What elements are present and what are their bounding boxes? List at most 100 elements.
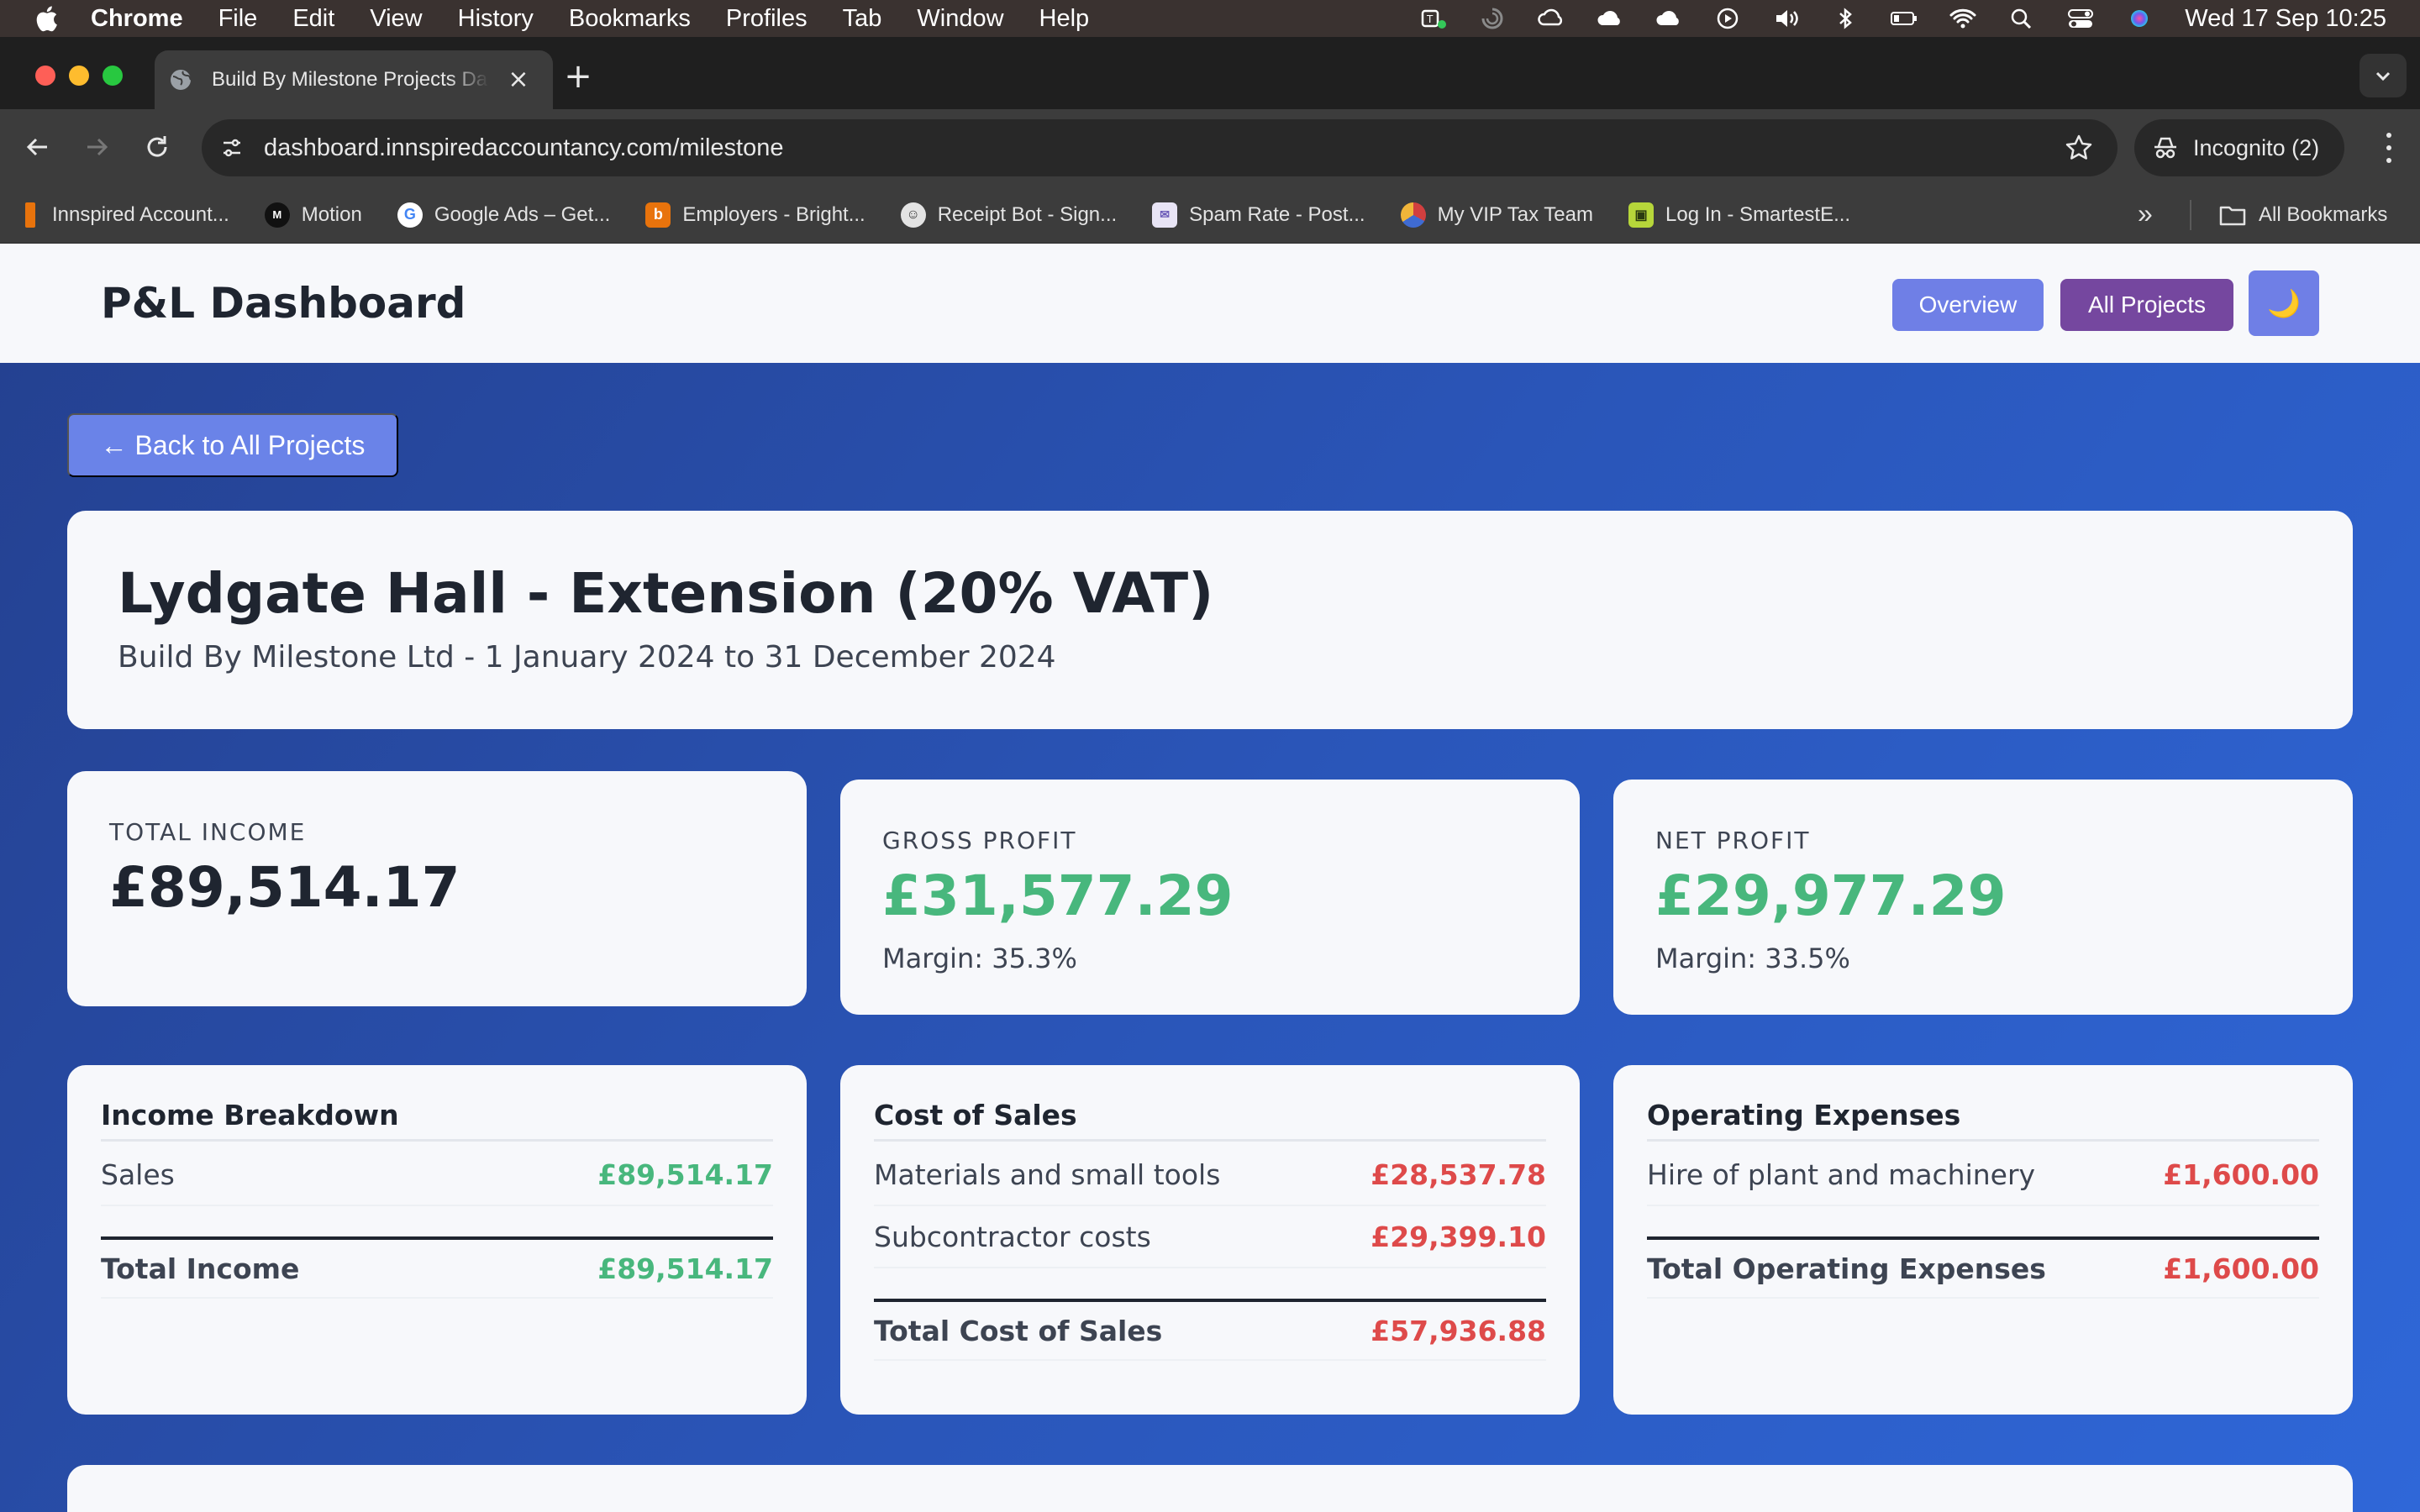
address-bar[interactable]: dashboard.innspiredaccountancy.com/miles… xyxy=(202,119,2118,176)
wifi-icon[interactable] xyxy=(1948,6,1978,31)
site-info-icon[interactable] xyxy=(217,133,247,163)
tab-search-button[interactable] xyxy=(2360,54,2407,97)
postmaster-favicon-icon: ✉ xyxy=(1152,202,1178,228)
bookmark-innspired[interactable]: Innspired Account... xyxy=(25,202,229,228)
menu-history[interactable]: History xyxy=(458,5,534,33)
bookmark-motion[interactable]: M Motion xyxy=(264,202,362,228)
teams-icon[interactable]: T xyxy=(1418,6,1449,31)
gross-profit-value: £31,577.29 xyxy=(882,864,1234,928)
new-tab-button[interactable]: + xyxy=(563,60,593,93)
bookmark-google-ads[interactable]: G Google Ads – Get... xyxy=(397,202,610,228)
menu-profiles[interactable]: Profiles xyxy=(726,5,808,33)
dashboard-page: P&L Dashboard Overview All Projects 🌙 ← … xyxy=(0,244,2420,1512)
panel-title: Cost of Sales xyxy=(874,1099,1077,1131)
browser-menu-icon[interactable] xyxy=(2376,129,2402,166)
icloud-icon[interactable] xyxy=(1595,6,1625,31)
close-tab-icon[interactable]: × xyxy=(506,67,531,92)
cloud-icon[interactable] xyxy=(1654,6,1684,31)
creative-cloud-icon[interactable] xyxy=(1536,6,1566,31)
active-tab[interactable]: Build By Milestone Projects Dashboard × xyxy=(155,50,553,109)
sync-spinner-icon[interactable] xyxy=(1477,6,1507,31)
google-favicon-icon: G xyxy=(397,202,423,228)
globe-icon xyxy=(171,70,192,90)
bookmark-label: Receipt Bot - Sign... xyxy=(937,202,1118,226)
volume-icon[interactable] xyxy=(1771,6,1802,31)
bookmark-postmaster[interactable]: ✉ Spam Rate - Post... xyxy=(1152,202,1365,228)
kpi-label: TOTAL INCOME xyxy=(109,818,307,846)
back-nav-button[interactable] xyxy=(18,128,57,166)
project-subtitle: Build By Milestone Ltd - 1 January 2024 … xyxy=(118,640,1056,675)
arrow-left-icon xyxy=(26,138,47,156)
robot-favicon-icon: ☺ xyxy=(900,202,926,228)
panel-title: Operating Expenses xyxy=(1647,1099,1961,1131)
motion-favicon-icon: M xyxy=(264,202,290,228)
cost-of-sales-panel: Cost of Sales Materials and small tools … xyxy=(840,1065,1580,1415)
line-item-amount: £29,399.10 xyxy=(1370,1220,1546,1253)
menu-file[interactable]: File xyxy=(218,5,258,33)
zoom-window-button[interactable] xyxy=(103,66,123,86)
overview-button[interactable]: Overview xyxy=(1892,279,2044,331)
reload-icon xyxy=(147,136,167,157)
menu-window[interactable]: Window xyxy=(917,5,1003,33)
url-text[interactable]: dashboard.innspiredaccountancy.com/miles… xyxy=(264,134,784,162)
menu-help[interactable]: Help xyxy=(1039,5,1090,33)
close-window-button[interactable] xyxy=(35,66,55,86)
status-area: T Wed 17 Sep 10:25 xyxy=(1390,0,2386,37)
list-item: Subcontractor costs £29,399.10 xyxy=(874,1206,1546,1268)
back-to-all-projects-button[interactable]: ← Back to All Projects xyxy=(67,413,398,477)
incognito-profile-button[interactable]: Incognito (2) xyxy=(2134,119,2344,176)
app-title: P&L Dashboard xyxy=(101,279,466,328)
total-amount: £57,936.88 xyxy=(1370,1314,1546,1347)
line-item-amount: £1,600.00 xyxy=(2163,1158,2319,1191)
bookmark-vip-tax[interactable]: My VIP Tax Team xyxy=(1400,202,1593,228)
menu-app-chrome[interactable]: Chrome xyxy=(91,5,183,33)
viptax-favicon-icon xyxy=(1400,202,1426,228)
menu-edit[interactable]: Edit xyxy=(292,5,334,33)
total-income-card: TOTAL INCOME £89,514.17 xyxy=(67,771,807,1006)
spotlight-search-icon[interactable] xyxy=(2007,6,2037,31)
list-item: Sales £89,514.17 xyxy=(101,1144,773,1206)
macos-menubar: Chrome File Edit View History Bookmarks … xyxy=(0,0,2420,37)
control-center-icon[interactable] xyxy=(2065,6,2096,31)
bookmark-receipt-bot[interactable]: ☺ Receipt Bot - Sign... xyxy=(900,202,1118,228)
all-bookmarks-button[interactable]: All Bookmarks xyxy=(2218,186,2387,244)
forward-nav-button[interactable] xyxy=(77,128,116,166)
clock[interactable]: Wed 17 Sep 10:25 xyxy=(2185,5,2386,33)
all-projects-button[interactable]: All Projects xyxy=(2060,279,2233,331)
menu-bookmarks[interactable]: Bookmarks xyxy=(569,5,691,33)
bookmark-label: Spam Rate - Post... xyxy=(1189,202,1365,226)
battery-icon[interactable] xyxy=(1889,6,1919,31)
reload-button[interactable] xyxy=(138,128,176,166)
net-profit-value: £29,977.29 xyxy=(1655,864,2007,928)
play-icon[interactable] xyxy=(1712,6,1743,31)
bookmark-label: My VIP Tax Team xyxy=(1437,202,1593,226)
gross-margin: Margin: 35.3% xyxy=(882,942,1077,974)
menu-view[interactable]: View xyxy=(370,5,422,33)
minimize-window-button[interactable] xyxy=(69,66,89,86)
line-item-label: Hire of plant and machinery xyxy=(1647,1158,2036,1191)
app-header: P&L Dashboard Overview All Projects 🌙 xyxy=(0,244,2420,363)
next-section-card xyxy=(67,1465,2353,1512)
total-amount: £89,514.17 xyxy=(597,1252,773,1285)
bookmark-brighthr[interactable]: b Employers - Bright... xyxy=(645,202,865,228)
income-breakdown-panel: Income Breakdown Sales £89,514.17 Total … xyxy=(67,1065,807,1415)
more-bookmarks-chevron-icon[interactable]: » xyxy=(2138,198,2153,228)
bluetooth-icon[interactable] xyxy=(1830,6,1860,31)
apple-logo-icon[interactable] xyxy=(34,5,59,32)
bookmark-smartest[interactable]: ▣ Log In - SmartestE... xyxy=(1628,202,1850,228)
panel-title: Income Breakdown xyxy=(101,1099,399,1131)
chevron-down-icon xyxy=(2375,71,2391,81)
siri-icon[interactable] xyxy=(2124,6,2154,31)
gross-profit-card: GROSS PROFIT £31,577.29 Margin: 35.3% xyxy=(840,780,1580,1015)
total-row: Total Operating Expenses £1,600.00 xyxy=(1647,1236,2319,1299)
bookmark-star-icon[interactable] xyxy=(2064,133,2094,163)
dark-mode-toggle-button[interactable]: 🌙 xyxy=(2249,270,2319,336)
list-item: Materials and small tools £28,537.78 xyxy=(874,1144,1546,1206)
menu-tab[interactable]: Tab xyxy=(843,5,882,33)
moon-icon: 🌙 xyxy=(2267,288,2301,318)
total-label: Total Cost of Sales xyxy=(874,1314,1163,1347)
divider xyxy=(874,1139,1546,1142)
bookmark-label: Employers - Bright... xyxy=(682,202,865,226)
total-amount: £1,600.00 xyxy=(2163,1252,2319,1285)
total-row: Total Income £89,514.17 xyxy=(101,1236,773,1299)
